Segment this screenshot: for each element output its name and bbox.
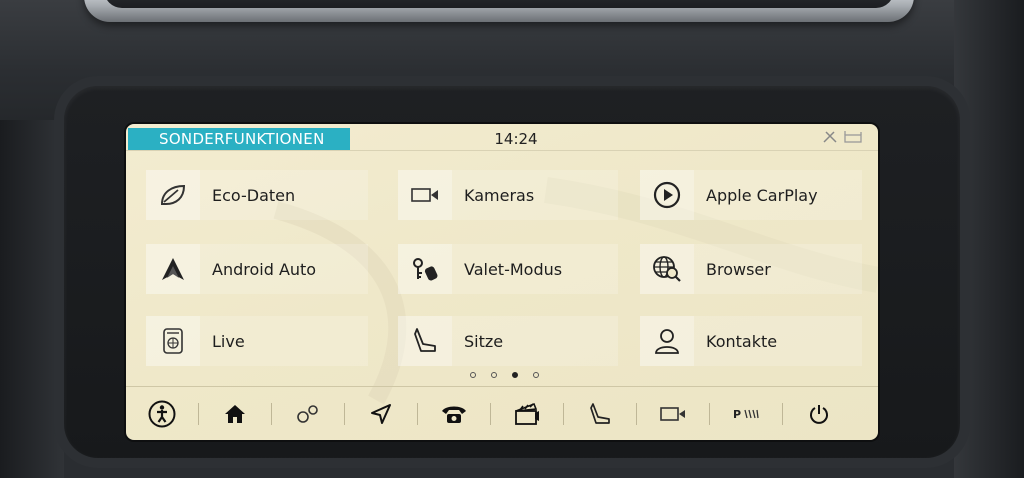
dashboard-left xyxy=(0,120,64,478)
infotainment-screen: SONDERFUNKTIONEN 14:24 Eco-Daten Kameras… xyxy=(126,124,878,440)
live-globe-icon xyxy=(146,316,200,366)
battery-icon xyxy=(844,131,862,143)
home-button[interactable] xyxy=(199,387,271,440)
navigation-button[interactable] xyxy=(345,387,417,440)
camera-icon xyxy=(398,170,452,220)
settings-button[interactable] xyxy=(272,387,344,440)
media-button[interactable] xyxy=(491,387,563,440)
page-dot[interactable] xyxy=(470,372,476,378)
accessibility-button[interactable] xyxy=(126,387,198,440)
tile-live[interactable]: Live xyxy=(146,316,368,366)
tile-kontakte[interactable]: Kontakte xyxy=(640,316,862,366)
status-bar: SONDERFUNKTIONEN 14:24 xyxy=(126,124,878,151)
home-icon xyxy=(225,405,245,423)
tile-label: Kameras xyxy=(464,185,535,205)
camera-button[interactable] xyxy=(637,387,709,440)
tile-eco-daten[interactable]: Eco-Daten xyxy=(146,170,368,220)
no-signal-icon xyxy=(823,131,837,143)
page-dot[interactable] xyxy=(533,372,539,378)
page-dot[interactable] xyxy=(491,372,497,378)
status-icons xyxy=(822,130,864,144)
contact-person-icon xyxy=(640,316,694,366)
settings-circles-icon xyxy=(297,405,318,423)
tile-label: Live xyxy=(212,331,245,351)
accessibility-icon xyxy=(148,400,176,428)
dashboard-right xyxy=(954,0,1024,478)
navigation-arrow-icon xyxy=(371,404,391,424)
tile-kameras[interactable]: Kameras xyxy=(398,170,618,220)
camera-icon xyxy=(660,407,685,421)
tile-apple-carplay[interactable]: Apple CarPlay xyxy=(640,170,862,220)
tile-label: Browser xyxy=(706,259,771,279)
bottom-bar: P xyxy=(126,386,878,440)
page-indicator xyxy=(470,372,539,378)
play-circle-icon xyxy=(640,170,694,220)
tile-browser[interactable]: Browser xyxy=(640,244,862,294)
tile-android-auto[interactable]: Android Auto xyxy=(146,244,368,294)
power-icon xyxy=(810,405,828,424)
section-title: SONDERFUNKTIONEN xyxy=(128,128,350,150)
tile-sitze[interactable]: Sitze xyxy=(398,316,618,366)
power-button[interactable] xyxy=(783,387,855,440)
parking-sensor-icon: P xyxy=(733,408,759,421)
tile-label: Sitze xyxy=(464,331,504,351)
leaf-icon xyxy=(146,170,200,220)
chrome-trim-inner xyxy=(104,0,894,8)
tile-label: Apple CarPlay xyxy=(706,185,818,205)
phone-button[interactable] xyxy=(418,387,490,440)
seat-icon xyxy=(398,316,452,366)
globe-search-icon xyxy=(640,244,694,294)
seats-button[interactable] xyxy=(564,387,636,440)
parking-label: P xyxy=(732,407,742,421)
android-auto-icon xyxy=(146,244,200,294)
tile-label: Kontakte xyxy=(706,331,778,351)
parking-button[interactable]: P xyxy=(710,387,782,440)
seat-icon xyxy=(590,403,610,424)
phone-icon xyxy=(442,406,466,423)
tile-valet-modus[interactable]: Valet-Modus xyxy=(398,244,618,294)
parking-waves xyxy=(744,409,759,419)
media-clapper-icon xyxy=(515,402,539,425)
page-dot-active[interactable] xyxy=(512,372,518,378)
clock: 14:24 xyxy=(494,130,538,148)
tile-label: Android Auto xyxy=(212,259,317,279)
tile-label: Valet-Modus xyxy=(464,259,563,279)
valet-keys-icon xyxy=(398,244,452,294)
tile-label: Eco-Daten xyxy=(212,185,296,205)
